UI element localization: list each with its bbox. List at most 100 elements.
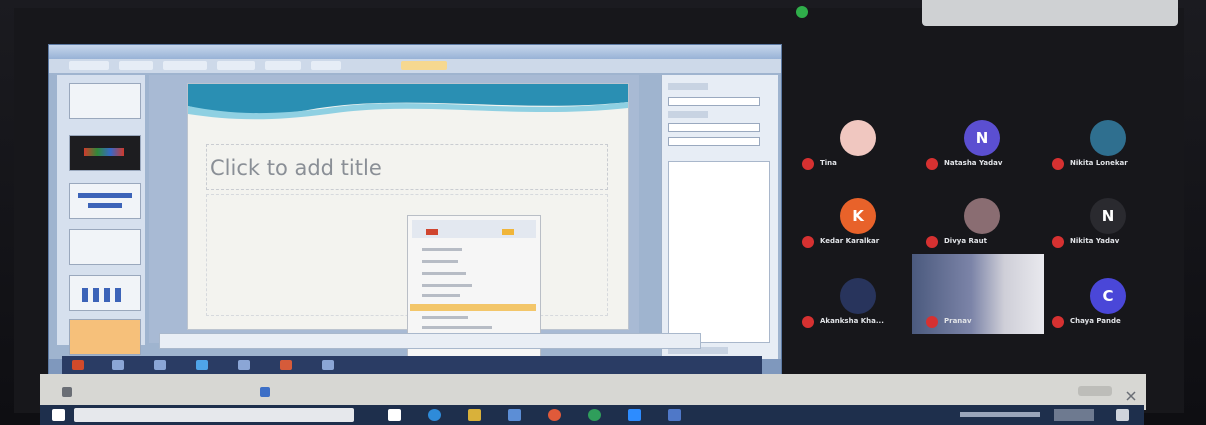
mic-muted-icon (926, 158, 938, 170)
ribbon-tab[interactable] (311, 61, 341, 70)
participant-name: Natasha Yadav (944, 159, 1003, 167)
menu-item[interactable] (422, 294, 460, 297)
edge-icon[interactable] (428, 409, 441, 421)
mail-icon[interactable] (508, 409, 521, 421)
menu-item[interactable] (422, 248, 462, 251)
slide-thumbnail[interactable] (69, 135, 141, 171)
participant-tile[interactable]: N Natasha Yadav (920, 112, 1046, 176)
mic-muted-icon (1052, 316, 1064, 328)
participant-name: Pranav (944, 317, 972, 325)
task-pane-dropdown[interactable] (668, 97, 760, 106)
participant-tile[interactable]: Akanksha Kha... (796, 270, 922, 334)
participant-avatar: N (964, 120, 1000, 156)
participant-avatar: C (1090, 278, 1126, 314)
taskbar-app-icon (196, 360, 208, 370)
share-tab-icon[interactable] (62, 387, 72, 397)
participant-name: Nikita Lonekar (1070, 159, 1128, 167)
ribbon-tab[interactable] (265, 61, 301, 70)
mic-muted-icon (802, 236, 814, 248)
ribbon-tab[interactable] (217, 61, 255, 70)
taskbar-app-icon (280, 360, 292, 370)
speaking-indicator (796, 6, 808, 18)
participant-tile[interactable]: N Nikita Yadav (1046, 190, 1172, 254)
participant-name: Tina (820, 159, 837, 167)
slide-thumbnail[interactable] (69, 275, 141, 311)
ppt-title-bar (49, 45, 781, 59)
participant-photo (1090, 120, 1126, 156)
mic-muted-icon (926, 316, 938, 328)
slide-design-wave (188, 84, 628, 120)
windows-start-icon[interactable] (52, 409, 65, 421)
slide-thumbnail[interactable] (69, 183, 141, 219)
taskbar-app-icon (238, 360, 250, 370)
shared-powerpoint-window: Click to add title (48, 44, 782, 376)
meeting-top-controls[interactable] (922, 0, 1178, 26)
slide-thumbnails-panel[interactable] (57, 75, 145, 355)
participant-photo (840, 120, 876, 156)
windows-taskbar (40, 405, 1144, 425)
participant-tile[interactable]: Nikita Lonekar (1046, 112, 1172, 176)
zoom-icon[interactable] (628, 409, 641, 421)
participant-tile[interactable]: C Chaya Pande (1046, 270, 1172, 334)
highlight-icon[interactable] (502, 229, 514, 235)
app-icon[interactable] (668, 409, 681, 421)
file-explorer-icon[interactable] (468, 409, 481, 421)
task-pane-label (668, 111, 708, 118)
participant-name: Divya Raut (944, 237, 987, 245)
task-pane-dropdown[interactable] (668, 137, 760, 146)
mic-muted-icon (1052, 158, 1064, 170)
stop-share-button[interactable] (1078, 386, 1112, 396)
ribbon-tab[interactable] (69, 61, 109, 70)
participant-name: Chaya Pande (1070, 317, 1121, 325)
taskbar-app-icon (112, 360, 124, 370)
task-pane-dropdown[interactable] (668, 123, 760, 132)
menu-item[interactable] (422, 316, 468, 319)
ppt-ribbon[interactable] (49, 59, 781, 73)
menu-item[interactable] (422, 260, 458, 263)
share-tab-icon[interactable] (260, 387, 270, 397)
font-color-icon[interactable] (426, 229, 438, 235)
participant-tile[interactable]: Tina (796, 112, 922, 176)
taskbar-app-icon (322, 360, 334, 370)
menu-item[interactable] (422, 326, 492, 329)
slide-thumbnail-selected[interactable] (69, 319, 141, 355)
participant-name: Nikita Yadav (1070, 237, 1120, 245)
task-view-icon[interactable] (388, 409, 401, 421)
slide-title-placeholder[interactable]: Click to add title (210, 156, 382, 180)
task-pane-list[interactable] (668, 161, 770, 343)
menu-item[interactable] (422, 272, 466, 275)
mic-muted-icon (926, 236, 938, 248)
taskbar-search-input[interactable] (74, 408, 354, 422)
participant-tile[interactable]: Divya Raut (920, 190, 1046, 254)
chrome-icon[interactable] (548, 409, 561, 421)
ribbon-tab[interactable] (163, 61, 207, 70)
participant-photo (964, 198, 1000, 234)
notifications-icon[interactable] (1116, 409, 1129, 421)
mic-muted-icon (802, 158, 814, 170)
ribbon-tab[interactable] (119, 61, 153, 70)
mini-toolbar[interactable] (412, 220, 536, 238)
participant-avatar: K (840, 198, 876, 234)
taskbar-app-icon (154, 360, 166, 370)
close-icon[interactable] (1126, 386, 1136, 401)
participant-tile[interactable]: K Kedar Karalkar (796, 190, 922, 254)
slide-thumbnail[interactable] (69, 83, 141, 119)
task-pane[interactable] (661, 75, 778, 370)
participant-photo (840, 278, 876, 314)
menu-item[interactable] (422, 284, 472, 287)
start-icon (72, 360, 84, 370)
clock (1054, 409, 1094, 421)
slide-thumbnail[interactable] (69, 229, 141, 265)
participant-name: Akanksha Kha... (820, 317, 884, 325)
participant-name: Kedar Karalkar (820, 237, 880, 245)
task-pane-label (668, 83, 708, 90)
participant-tile[interactable]: Pranav (920, 270, 1046, 334)
notes-pane[interactable] (159, 333, 701, 349)
whatsapp-icon[interactable] (588, 409, 601, 421)
participant-avatar: N (1090, 198, 1126, 234)
mic-muted-icon (1052, 236, 1064, 248)
ribbon-tab-active[interactable] (401, 61, 447, 70)
menu-item-highlighted[interactable] (410, 304, 536, 311)
system-tray[interactable] (960, 412, 1040, 417)
mic-muted-icon (802, 316, 814, 328)
